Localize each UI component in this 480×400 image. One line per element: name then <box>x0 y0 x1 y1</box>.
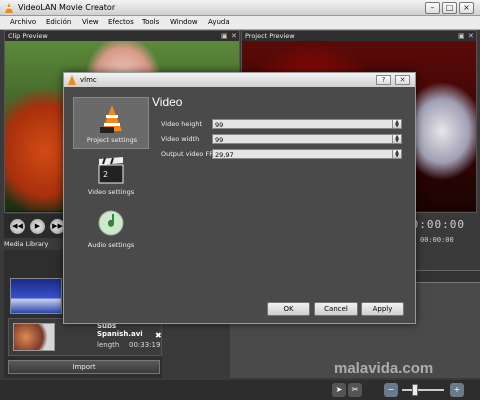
menu-ayuda[interactable]: Ayuda <box>208 18 230 26</box>
clip-preview-header: Clip Preview ▣ ✕ <box>5 31 239 41</box>
ok-button[interactable]: OK <box>267 302 310 316</box>
output-fps-value: 29,97 <box>215 151 234 159</box>
help-button[interactable]: ? <box>376 75 391 85</box>
dialog-heading: Video <box>152 95 183 109</box>
sidebar-label: Audio settings <box>87 241 135 249</box>
settings-dialog: vlmc ? ✕ Project settings 2 Video settin… <box>63 72 416 324</box>
sidebar-item-video-settings[interactable]: 2 Video settings <box>73 150 149 202</box>
media-library-title: Media Library <box>4 240 49 248</box>
menu-bar: Archivo Edición View Efectos Tools Windo… <box>0 16 480 30</box>
sidebar-label: Project settings <box>86 136 138 144</box>
sidebar-item-audio-settings[interactable]: Audio settings <box>73 203 149 255</box>
window-title: VideoLAN Movie Creator <box>18 3 116 12</box>
svg-text:2: 2 <box>103 170 108 179</box>
video-width-value: 99 <box>215 136 224 144</box>
import-button[interactable]: Import <box>8 360 160 374</box>
menu-tools[interactable]: Tools <box>142 18 159 26</box>
zoom-slider-handle[interactable] <box>412 384 418 396</box>
zoom-out-icon[interactable]: − <box>384 383 398 397</box>
audio-disc-icon <box>98 210 124 236</box>
vlc-cone-icon <box>5 3 13 13</box>
video-height-input[interactable]: 99 ▲ ▼ <box>212 119 402 129</box>
watermark: malavida.com <box>334 360 434 377</box>
cursor-tool-icon[interactable]: ➤ <box>332 383 346 397</box>
minimize-button[interactable]: – <box>425 2 440 14</box>
cut-tool-icon[interactable]: ✂ <box>348 383 362 397</box>
clapperboard-icon: 2 <box>98 157 124 184</box>
menu-window[interactable]: Window <box>170 18 198 26</box>
project-preview-header: Project Preview ▣ ✕ <box>242 31 476 41</box>
video-width-input[interactable]: 99 ▲ ▼ <box>212 134 402 144</box>
apply-button[interactable]: Apply <box>361 302 404 316</box>
video-height-value: 99 <box>215 121 224 129</box>
play-button[interactable]: ▶ <box>30 219 45 234</box>
clip-preview-title: Clip Preview <box>8 32 48 40</box>
vlc-cone-icon <box>68 75 76 85</box>
settings-sidebar: Project settings 2 Video settings Audio … <box>73 97 149 255</box>
menu-edicion[interactable]: Edición <box>46 18 71 26</box>
close-button[interactable]: × <box>459 2 474 14</box>
zoom-slider-track[interactable] <box>402 389 444 391</box>
clapper-cone-icon <box>100 105 122 133</box>
output-fps-label: Output video FPS <box>161 150 218 158</box>
menu-efectos[interactable]: Efectos <box>108 18 134 26</box>
window-titlebar: VideoLAN Movie Creator – □ × <box>0 0 480 16</box>
maximize-button[interactable]: □ <box>442 2 457 14</box>
zoom-in-icon[interactable]: + <box>450 383 464 397</box>
menu-view[interactable]: View <box>82 18 99 26</box>
rewind-button[interactable]: ◀◀ <box>10 219 25 234</box>
status-bar: ➤ ✂ − + <box>0 380 480 400</box>
dialog-close-button[interactable]: ✕ <box>395 75 410 85</box>
video-height-label: Video height <box>161 120 202 128</box>
close-icon[interactable]: ✕ <box>231 31 237 41</box>
spin-arrows-icon[interactable]: ▲ ▼ <box>392 134 402 144</box>
media-thumbnail <box>13 323 55 351</box>
media-item-name: Subs Spanish.avi <box>97 322 143 338</box>
spin-arrows-icon[interactable]: ▲ ▼ <box>392 119 402 129</box>
output-fps-input[interactable]: 29,97 ▲ ▼ <box>212 149 402 159</box>
media-length-value: 00:33:19 <box>129 341 161 349</box>
dialog-titlebar: vlmc ? ✕ <box>64 73 415 87</box>
cancel-button[interactable]: Cancel <box>314 302 358 316</box>
sidebar-item-project-settings[interactable]: Project settings <box>73 97 149 149</box>
media-thumbnail[interactable] <box>10 278 62 314</box>
timecode-sub: 00:00:00 <box>420 236 454 244</box>
menu-archivo[interactable]: Archivo <box>10 18 36 26</box>
dialog-title: vlmc <box>80 76 97 84</box>
video-width-label: Video width <box>161 135 200 143</box>
remove-media-icon[interactable]: ✖ <box>155 331 162 340</box>
project-preview-title: Project Preview <box>245 32 295 40</box>
close-icon[interactable]: ✕ <box>468 31 474 41</box>
sidebar-label: Video settings <box>87 188 135 196</box>
undock-icon[interactable]: ▣ <box>221 31 228 41</box>
media-length-label: length <box>97 341 120 349</box>
spin-arrows-icon[interactable]: ▲ ▼ <box>392 149 402 159</box>
undock-icon[interactable]: ▣ <box>458 31 465 41</box>
